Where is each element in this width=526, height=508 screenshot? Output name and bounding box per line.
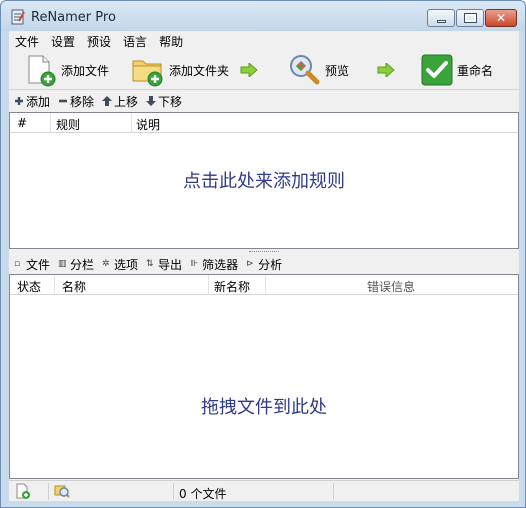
- rules-toolbar: 添加 移除 上移 下移: [9, 91, 519, 111]
- column-status[interactable]: 状态: [17, 278, 41, 295]
- add-file-icon: [28, 55, 56, 87]
- add-rule-button[interactable]: 添加: [14, 93, 50, 110]
- menu-bar: 文件 设置 预设 语言 帮助: [9, 31, 519, 50]
- preview-small-icon[interactable]: [54, 483, 70, 499]
- add-folders-label: 添加文件夹: [169, 63, 230, 78]
- preview-label: 预览: [325, 63, 350, 78]
- column-number[interactable]: #: [17, 116, 27, 130]
- options-menu-label: 选项: [114, 257, 139, 272]
- column-name[interactable]: 名称: [62, 278, 86, 295]
- splitter-grip: [249, 251, 279, 253]
- status-cell-preview: [49, 483, 174, 500]
- move-up-button[interactable]: 上移: [102, 93, 138, 110]
- rules-column-header: # 规则 说明: [10, 113, 518, 133]
- preview-icon: [290, 55, 320, 85]
- arrow-right-icon: [377, 63, 395, 77]
- move-down-button[interactable]: 下移: [146, 93, 182, 110]
- status-bar: 0 个文件: [9, 480, 519, 501]
- column-separator: [208, 275, 209, 295]
- add-rules-hint[interactable]: 点击此处来添加规则: [10, 167, 518, 193]
- add-files-button[interactable]: 添加文件: [23, 52, 109, 88]
- columns-menu-label: 分栏: [70, 257, 95, 272]
- columns-menu-button[interactable]: ▥ 分栏: [58, 256, 94, 273]
- rename-button[interactable]: 重命名: [421, 52, 493, 88]
- rename-label: 重命名: [457, 63, 494, 78]
- preview-button[interactable]: 预览: [287, 52, 349, 88]
- remove-rule-label: 移除: [70, 94, 95, 109]
- menu-file[interactable]: 文件: [9, 31, 45, 50]
- minimize-button[interactable]: [427, 9, 455, 27]
- window-controls: ✕: [427, 9, 517, 27]
- close-icon: ✕: [495, 11, 507, 25]
- column-separator: [265, 275, 266, 295]
- maximize-button[interactable]: [456, 9, 484, 27]
- checkmark-icon: [421, 54, 453, 86]
- column-separator: [131, 113, 132, 133]
- analyze-icon: ⊳: [246, 259, 254, 269]
- column-separator: [50, 113, 51, 133]
- analyze-menu-label: 分析: [258, 257, 283, 272]
- files-toolbar: ▫ 文件 ▥ 分栏 ✲ 选项 ⇅ 导出 ⊪ 筛选器 ⊳ 分析: [9, 254, 519, 274]
- files-list[interactable]: 状态 名称 新名称 错误信息 拖拽文件到此处: [9, 274, 519, 479]
- drop-files-hint[interactable]: 拖拽文件到此处: [10, 393, 518, 419]
- column-description[interactable]: 说明: [136, 116, 160, 133]
- main-toolbar: 添加文件 添加文件夹 预览 重命名: [9, 50, 519, 90]
- app-window: ReNamer Pro ✕ 文件 设置 预设 语言 帮助 添加文件 添加文件夹 …: [0, 0, 526, 508]
- analyze-menu-button[interactable]: ⊳ 分析: [246, 256, 282, 273]
- add-files-label: 添加文件: [61, 63, 110, 78]
- status-cell-add: [9, 483, 49, 500]
- plus-icon: [15, 97, 23, 105]
- status-cell-count: [174, 483, 334, 500]
- options-menu-button[interactable]: ✲ 选项: [102, 256, 138, 273]
- maximize-icon: [464, 13, 477, 23]
- menu-settings[interactable]: 设置: [45, 31, 81, 50]
- filters-menu-button[interactable]: ⊪ 筛选器: [190, 256, 238, 273]
- add-folders-button[interactable]: 添加文件夹: [131, 52, 229, 88]
- files-menu-icon: ▫: [14, 259, 21, 269]
- arrow-up-icon: [102, 96, 113, 106]
- minimize-icon: [437, 20, 446, 23]
- close-button[interactable]: ✕: [485, 9, 517, 27]
- export-menu-button[interactable]: ⇅ 导出: [146, 256, 182, 273]
- menu-language[interactable]: 语言: [117, 31, 153, 50]
- title-bar[interactable]: ReNamer Pro ✕: [1, 1, 525, 31]
- move-up-label: 上移: [114, 94, 139, 109]
- renamer-app-icon: [11, 9, 25, 25]
- column-error[interactable]: 错误信息: [367, 278, 415, 295]
- remove-rule-button[interactable]: 移除: [58, 93, 94, 110]
- filters-menu-label: 筛选器: [202, 257, 239, 272]
- filter-icon: ⊪: [190, 259, 198, 269]
- options-icon: ✲: [102, 259, 110, 269]
- column-rule[interactable]: 规则: [56, 116, 80, 133]
- menu-presets[interactable]: 预设: [81, 31, 117, 50]
- export-icon: ⇅: [146, 259, 154, 269]
- minus-icon: [59, 99, 68, 103]
- add-folder-icon: [132, 60, 163, 87]
- window-title: ReNamer Pro: [31, 10, 116, 25]
- export-menu-label: 导出: [158, 257, 183, 272]
- menu-help[interactable]: 帮助: [153, 31, 189, 50]
- move-down-label: 下移: [158, 94, 183, 109]
- arrow-down-icon: [146, 96, 157, 106]
- arrow-right-icon: [240, 63, 258, 77]
- rules-list[interactable]: # 规则 说明 点击此处来添加规则: [9, 112, 519, 249]
- client-area: 文件 设置 预设 语言 帮助 添加文件 添加文件夹 预览 重命名 添加 移除 上…: [9, 31, 519, 501]
- column-separator: [54, 275, 55, 295]
- files-menu-label: 文件: [26, 257, 51, 272]
- add-rule-label: 添加: [26, 94, 51, 109]
- files-column-header: 状态 名称 新名称 错误信息: [10, 275, 518, 295]
- column-new-name[interactable]: 新名称: [214, 278, 250, 295]
- files-menu-button[interactable]: ▫ 文件: [14, 256, 50, 273]
- add-file-small-icon[interactable]: [14, 483, 30, 499]
- columns-icon: ▥: [58, 259, 67, 269]
